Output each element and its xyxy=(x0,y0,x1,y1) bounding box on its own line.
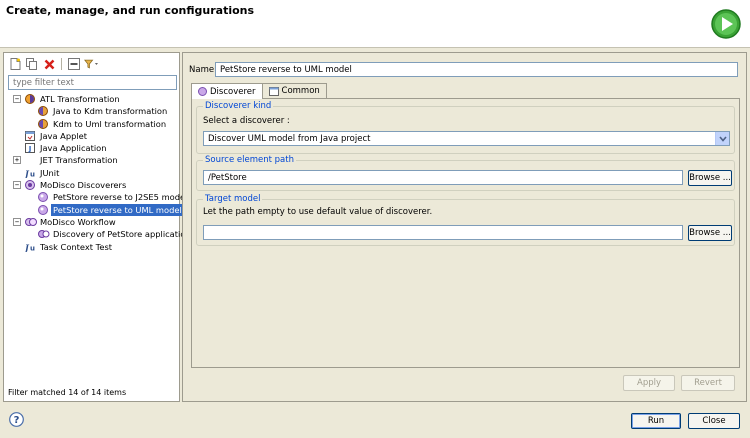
editor-tabs: Discoverer Common xyxy=(191,83,327,99)
tab-discoverer-label: Discoverer xyxy=(210,86,256,97)
workflow-icon xyxy=(25,217,37,227)
tree-item-label: Java to Kdm transformation xyxy=(53,106,168,117)
tree-item[interactable]: Java Applet xyxy=(4,130,179,142)
configurations-toolbar xyxy=(8,56,98,72)
target-model-group: Target model Let the path empty to use d… xyxy=(196,194,735,246)
atl-icon xyxy=(25,94,35,104)
workflow-config-icon xyxy=(38,229,50,239)
tree-item[interactable]: Discovery of PetStore application xyxy=(4,228,191,240)
common-tab-icon xyxy=(268,86,279,96)
new-configuration-icon[interactable] xyxy=(8,57,22,71)
name-label: Name: xyxy=(189,65,217,75)
chevron-down-icon[interactable] xyxy=(715,132,729,145)
target-browse-button[interactable]: Browse ... xyxy=(688,225,732,241)
collapse-icon[interactable]: − xyxy=(13,95,21,103)
svg-text:u: u xyxy=(30,170,35,178)
tree-item[interactable]: − ATL Transformation xyxy=(4,93,179,105)
tree-item[interactable]: Ju JUnit xyxy=(4,167,179,179)
discoverer-select[interactable]: Discover UML model from Java project xyxy=(203,131,730,146)
delete-configuration-icon[interactable] xyxy=(42,57,56,71)
run-logo-icon xyxy=(711,9,741,39)
discoverer-select-value: Discover UML model from Java project xyxy=(208,134,371,144)
tab-discoverer[interactable]: Discoverer xyxy=(191,83,263,99)
source-element-group: Source element path /PetStore Browse ... xyxy=(196,155,735,191)
tree-item[interactable]: PetStore reverse to UML model xyxy=(4,203,184,216)
tree-item[interactable]: − MoDisco Discoverers xyxy=(4,179,179,191)
discoverer-tab-icon xyxy=(198,87,207,96)
duplicate-configuration-icon[interactable] xyxy=(25,57,39,71)
configuration-editor: Name: PetStore reverse to UML model Disc… xyxy=(182,52,747,402)
filter-configurations-icon[interactable] xyxy=(84,57,98,71)
tree-item[interactable]: Kdm to Uml transformation xyxy=(4,118,179,130)
tree-item-label: MoDisco Discoverers xyxy=(40,180,127,191)
tree-item-label: Discovery of PetStore application xyxy=(53,229,191,240)
svg-text:u: u xyxy=(30,244,35,252)
junit-icon: Ju xyxy=(23,242,35,252)
tree-item-label: Kdm to Uml transformation xyxy=(53,118,167,129)
atl-config-icon xyxy=(38,106,48,117)
atl-config-icon xyxy=(38,118,48,129)
close-button[interactable]: Close xyxy=(688,413,740,429)
target-model-hint: Let the path empty to use default value … xyxy=(203,207,433,217)
tree-item-label: Java Applet xyxy=(40,130,88,141)
tree-item-label: MoDisco Workflow xyxy=(40,216,116,227)
tree-item-label: ATL Transformation xyxy=(40,94,120,104)
configurations-tree: − ATL Transformation Java to Kdm transform… xyxy=(4,93,191,253)
toolbar-separator xyxy=(61,58,62,70)
tab-common-label: Common xyxy=(281,86,320,96)
dialog-header: Create, manage, and run configurations xyxy=(0,0,750,48)
source-browse-button[interactable]: Browse ... xyxy=(688,170,732,186)
tab-common[interactable]: Common xyxy=(261,83,327,98)
tree-item[interactable]: J Java Application xyxy=(4,142,179,154)
discoverer-tab-content: Discoverer kind Select a discoverer : Di… xyxy=(191,98,740,368)
help-icon[interactable]: ? xyxy=(9,412,24,427)
run-button[interactable]: Run xyxy=(631,413,681,429)
java-applet-icon xyxy=(25,130,35,141)
select-discoverer-label: Select a discoverer : xyxy=(203,116,290,126)
tree-item[interactable]: Ju Task Context Test xyxy=(4,241,179,253)
tree-item-label: PetStore reverse to J2SE5 model xyxy=(53,192,188,203)
svg-text:J: J xyxy=(28,145,32,153)
tree-item[interactable]: − MoDisco Workflow xyxy=(4,216,179,228)
source-element-title: Source element path xyxy=(203,155,296,165)
filter-input[interactable] xyxy=(8,75,177,90)
expand-icon[interactable]: + xyxy=(13,156,21,165)
tree-item-label: JET Transformation xyxy=(40,155,118,166)
collapse-all-icon[interactable] xyxy=(67,57,81,71)
tree-item-label: Java Application xyxy=(40,143,107,154)
revert-button[interactable]: Revert xyxy=(681,375,735,391)
configurations-panel: − ATL Transformation Java to Kdm transform… xyxy=(3,52,191,402)
discoverer-config-icon xyxy=(38,192,48,203)
discoverer-kind-group: Discoverer kind Select a discoverer : Di… xyxy=(196,101,735,154)
junit-icon: Ju xyxy=(23,168,35,178)
tree-item-label: JUnit xyxy=(40,167,60,178)
collapse-icon[interactable]: − xyxy=(13,217,21,226)
tree-item-label: PetStore reverse to UML model xyxy=(51,203,184,216)
target-path-input[interactable] xyxy=(203,225,683,240)
apply-button[interactable]: Apply xyxy=(623,375,675,391)
filter-status: Filter matched 14 of 14 items xyxy=(8,388,127,397)
discoverer-config-icon xyxy=(38,204,48,215)
discoverer-kind-title: Discoverer kind xyxy=(203,101,274,111)
tree-item[interactable]: PetStore reverse to J2SE5 model xyxy=(4,191,187,203)
svg-text:?: ? xyxy=(14,415,20,426)
source-path-input[interactable]: /PetStore xyxy=(203,170,683,185)
tree-item[interactable]: Java to Kdm transformation xyxy=(4,105,179,117)
tree-item-label: Task Context Test xyxy=(40,241,113,252)
name-input[interactable]: PetStore reverse to UML model xyxy=(215,62,738,77)
collapse-icon[interactable]: − xyxy=(13,181,21,190)
dialog-title: Create, manage, and run configurations xyxy=(6,4,255,17)
java-application-icon: J xyxy=(25,143,35,154)
tree-item[interactable]: + JET Transformation xyxy=(4,154,179,166)
modisco-icon xyxy=(25,180,35,191)
target-model-title: Target model xyxy=(203,194,263,204)
